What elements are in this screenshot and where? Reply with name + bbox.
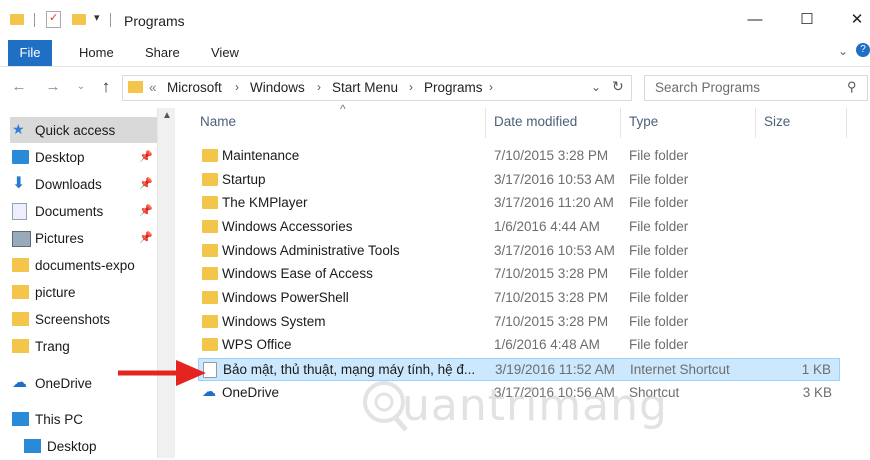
nav-item-picture[interactable]: picture bbox=[12, 280, 157, 306]
star-icon: ★ bbox=[12, 121, 25, 137]
properties-icon[interactable]: ✓ bbox=[46, 11, 61, 28]
sort-ascending-icon: ^ bbox=[340, 102, 346, 116]
qat-separator bbox=[34, 13, 35, 27]
file-row[interactable]: WPS Office 1/6/2016 4:48 AM File folder bbox=[198, 334, 840, 357]
breadcrumb-item[interactable]: Windows bbox=[250, 80, 305, 95]
file-row[interactable]: Windows PowerShell 7/10/2015 3:28 PM Fil… bbox=[198, 287, 840, 310]
nav-item-documents[interactable]: Documents 📌 bbox=[12, 199, 157, 225]
column-header-size[interactable]: Size bbox=[764, 114, 790, 129]
new-folder-icon[interactable] bbox=[72, 14, 86, 25]
maximize-button[interactable]: ☐ bbox=[784, 6, 830, 34]
address-dropdown-icon[interactable]: ⌄ bbox=[591, 80, 601, 94]
search-placeholder: Search Programs bbox=[655, 80, 761, 95]
address-bar[interactable]: « Microsoft › Windows › Start Menu › Pro… bbox=[122, 75, 632, 101]
customize-qat-icon[interactable]: ▾ bbox=[94, 11, 100, 24]
window-title: Programs bbox=[124, 13, 185, 29]
watermark-text: uantrimang bbox=[402, 380, 668, 431]
folder-icon bbox=[202, 196, 218, 209]
column-header-type[interactable]: Type bbox=[629, 114, 658, 129]
folder-icon bbox=[12, 285, 29, 299]
onedrive-icon: ☁ bbox=[12, 374, 27, 391]
file-row[interactable]: The KMPlayer 3/17/2016 11:20 AM File fol… bbox=[198, 192, 840, 215]
tab-share[interactable]: Share bbox=[145, 40, 180, 66]
folder-icon bbox=[128, 81, 143, 93]
column-divider[interactable] bbox=[620, 108, 621, 138]
file-row[interactable]: Maintenance 7/10/2015 3:28 PM File folde… bbox=[198, 145, 840, 168]
pin-icon[interactable]: 📌 bbox=[139, 204, 153, 217]
breadcrumb-item[interactable]: Start Menu bbox=[332, 80, 398, 95]
folder-icon bbox=[12, 312, 29, 326]
ribbon-tabs: File Home Share View ⌄ ? bbox=[0, 40, 870, 67]
folder-icon bbox=[202, 173, 218, 186]
annotation-arrow-icon bbox=[118, 360, 206, 386]
address-row: ← → ⌄ ↑ « Microsoft › Windows › Start Me… bbox=[0, 70, 870, 104]
nav-item-pc-desktop[interactable]: Desktop bbox=[24, 434, 169, 460]
folder-icon bbox=[202, 291, 218, 304]
minimize-button[interactable]: — bbox=[732, 6, 778, 34]
nav-item-desktop[interactable]: Desktop 📌 bbox=[12, 145, 157, 171]
file-row[interactable]: Windows System 7/10/2015 3:28 PM File fo… bbox=[198, 311, 840, 334]
file-row[interactable]: Windows Administrative Tools 3/17/2016 1… bbox=[198, 240, 840, 263]
folder-icon bbox=[202, 220, 218, 233]
tab-home[interactable]: Home bbox=[79, 40, 114, 66]
breadcrumb-separator[interactable]: › bbox=[235, 80, 239, 94]
file-row[interactable]: Startup 3/17/2016 10:53 AM File folder bbox=[198, 169, 840, 192]
breadcrumb-overflow[interactable]: « bbox=[149, 80, 157, 95]
file-row-selected[interactable]: Bảo mật, thủ thuật, mạng máy tính, hệ đ.… bbox=[198, 358, 840, 381]
column-divider[interactable] bbox=[485, 108, 486, 138]
folder-icon bbox=[202, 315, 218, 328]
desktop-icon bbox=[24, 439, 41, 453]
folder-icon bbox=[202, 149, 218, 162]
nav-item-screenshots[interactable]: Screenshots bbox=[12, 307, 157, 333]
nav-item-pictures[interactable]: Pictures 📌 bbox=[12, 226, 157, 252]
forward-arrow-icon[interactable]: → bbox=[42, 76, 64, 98]
pin-icon[interactable]: 📌 bbox=[139, 150, 153, 163]
nav-item-downloads[interactable]: ⬇ Downloads 📌 bbox=[12, 172, 157, 198]
nav-scrollbar[interactable]: ▲ bbox=[157, 108, 175, 458]
documents-icon bbox=[12, 203, 27, 220]
pin-icon[interactable]: 📌 bbox=[139, 231, 153, 244]
nav-item-this-pc[interactable]: This PC bbox=[12, 407, 157, 433]
scroll-up-icon[interactable]: ▲ bbox=[162, 110, 172, 121]
download-icon: ⬇ bbox=[12, 175, 26, 192]
column-divider[interactable] bbox=[755, 108, 756, 138]
title-bar: ✓ ▾ Programs — ☐ ✕ bbox=[0, 0, 870, 40]
folder-icon[interactable] bbox=[10, 14, 24, 25]
pc-icon bbox=[12, 412, 29, 426]
breadcrumb-item[interactable]: Microsoft bbox=[167, 80, 222, 95]
up-arrow-icon[interactable]: ↑ bbox=[95, 76, 117, 98]
nav-item-trang[interactable]: Trang bbox=[12, 334, 157, 360]
file-row[interactable]: Windows Ease of Access 7/10/2015 3:28 PM… bbox=[198, 263, 840, 286]
back-arrow-icon[interactable]: ← bbox=[8, 76, 30, 98]
pin-icon[interactable]: 📌 bbox=[139, 177, 153, 190]
search-input[interactable]: Search Programs ⚲ bbox=[644, 75, 868, 101]
column-divider[interactable] bbox=[846, 108, 847, 138]
file-row[interactable]: Windows Accessories 1/6/2016 4:44 AM Fil… bbox=[198, 216, 840, 239]
tab-view[interactable]: View bbox=[211, 40, 239, 66]
folder-icon bbox=[202, 267, 218, 280]
folder-icon bbox=[12, 258, 29, 272]
breadcrumb-separator[interactable]: › bbox=[489, 80, 493, 94]
chevron-down-icon[interactable]: ⌄ bbox=[838, 44, 848, 58]
refresh-icon[interactable]: ↻ bbox=[612, 78, 624, 95]
breadcrumb-item[interactable]: Programs bbox=[424, 80, 483, 95]
help-icon[interactable]: ? bbox=[856, 43, 870, 57]
recent-dropdown-icon[interactable]: ⌄ bbox=[70, 76, 92, 98]
column-header-name[interactable]: Name bbox=[200, 114, 236, 129]
folder-icon bbox=[12, 339, 29, 353]
breadcrumb-separator[interactable]: › bbox=[409, 80, 413, 94]
navigation-pane: ★ Quick access Desktop 📌 ⬇ Downloads 📌 D… bbox=[0, 108, 176, 458]
desktop-icon bbox=[12, 150, 29, 164]
breadcrumb-separator[interactable]: › bbox=[317, 80, 321, 94]
qat-separator bbox=[110, 13, 111, 27]
pictures-icon bbox=[12, 231, 31, 247]
column-header-date[interactable]: Date modified bbox=[494, 114, 577, 129]
search-icon[interactable]: ⚲ bbox=[847, 79, 857, 95]
folder-icon bbox=[202, 244, 218, 257]
nav-item-quick-access[interactable]: ★ Quick access bbox=[12, 118, 157, 144]
folder-icon bbox=[202, 338, 218, 351]
tab-file[interactable]: File bbox=[8, 40, 52, 66]
nav-item-documents-expo[interactable]: documents-expo bbox=[12, 253, 157, 279]
close-button[interactable]: ✕ bbox=[834, 6, 870, 34]
